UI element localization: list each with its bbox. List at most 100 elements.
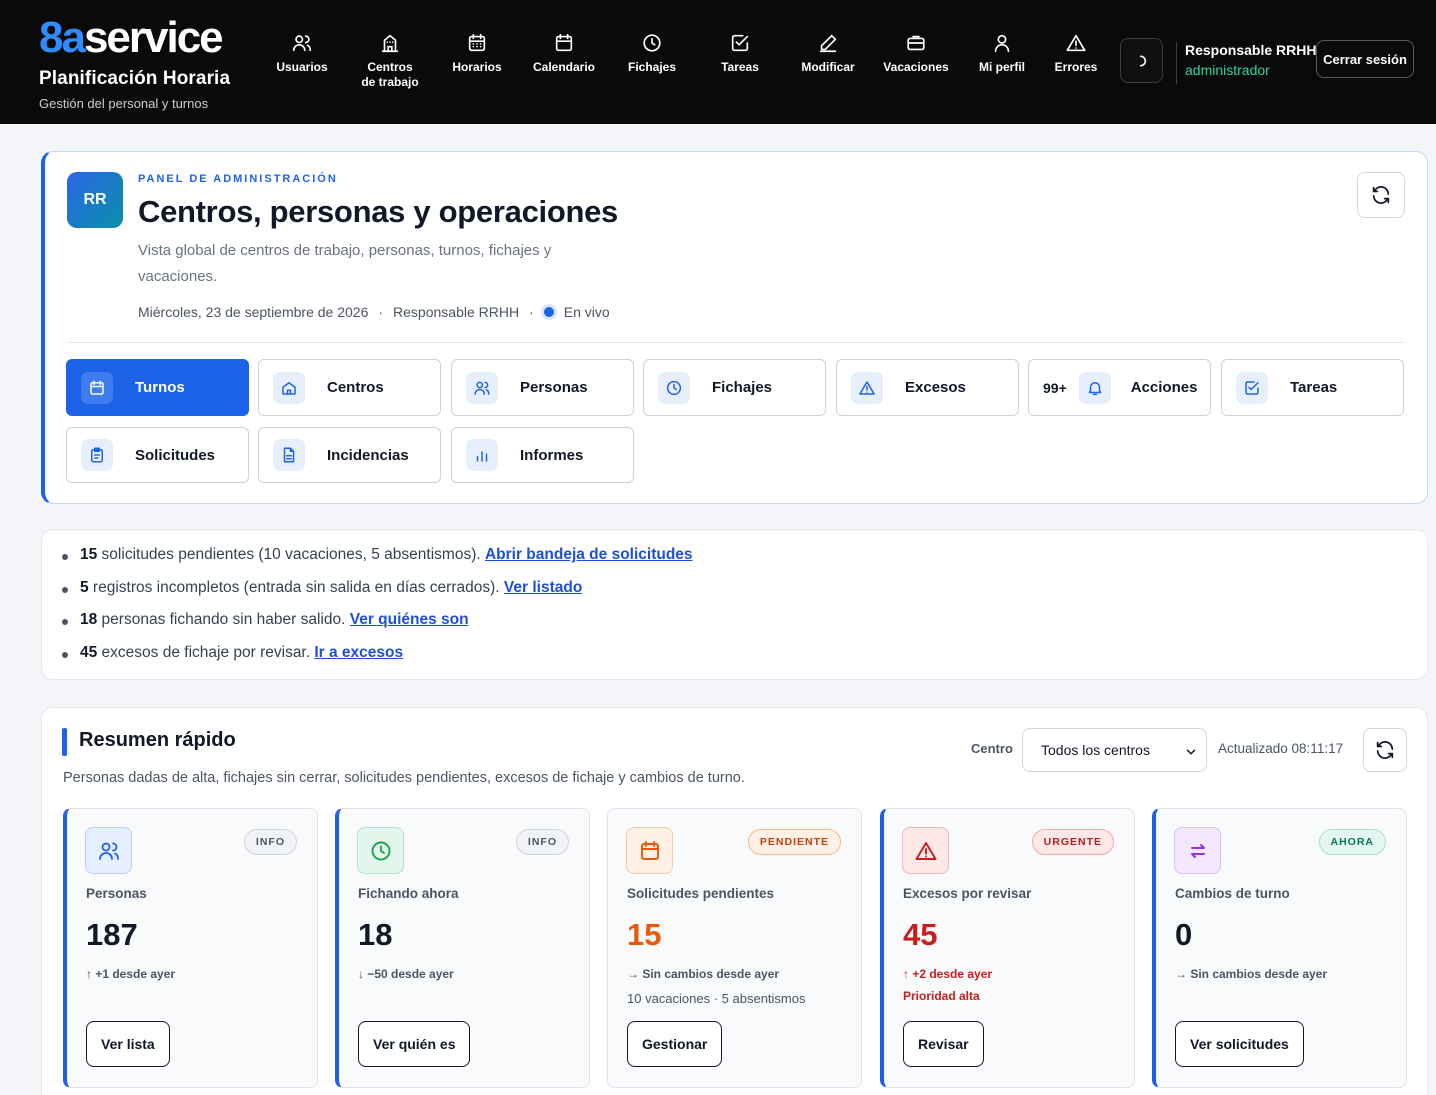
view-who-button[interactable]: Ver quién es: [358, 1021, 471, 1067]
calendar-icon: [555, 33, 573, 52]
section-accent-bar: [62, 728, 67, 756]
tile-informes[interactable]: Informes: [451, 427, 634, 483]
view-list-link[interactable]: Ver listado: [504, 579, 582, 596]
nav-mi-perfil[interactable]: Mi perfil: [960, 32, 1044, 75]
stat-card-solicitudes-pendientes: PENDIENTE Solicitudes pendientes 15 → Si…: [607, 808, 862, 1088]
alert-count: 45: [80, 643, 98, 661]
tile-label: Informes: [520, 446, 584, 464]
summary-description: Personas dadas de alta, fichajes sin cer…: [63, 770, 745, 786]
nav-centros-de-trabajo[interactable]: Centros de trabajo: [348, 32, 432, 90]
alert-item: 45 excesos de fichaje por revisar. Ir a …: [62, 643, 1427, 677]
users-icon: [85, 827, 132, 874]
nav-modificar[interactable]: Modificar: [786, 32, 870, 75]
alert-text: personas fichando sin haber salido.: [97, 611, 350, 628]
summary-refresh-button[interactable]: [1363, 728, 1407, 772]
clipboard-icon: [81, 439, 113, 471]
nav-usuarios[interactable]: Usuarios: [260, 32, 344, 75]
refresh-icon: [1376, 741, 1394, 759]
brand[interactable]: 8aservice Planificación Horaria Gestión …: [39, 13, 230, 112]
tile-label: Fichajes: [712, 379, 773, 396]
admin-panel: RR PANEL DE ADMINISTRACIÓN Centros, pers…: [41, 151, 1428, 504]
card-value: 15: [627, 917, 662, 952]
user-info: Responsable RRHH administrador: [1176, 42, 1316, 84]
view-who-link[interactable]: Ver quiénes son: [350, 611, 469, 628]
document-icon: [273, 439, 305, 471]
alerts-list: 15 solicitudes pendientes (10 vacaciones…: [41, 529, 1428, 680]
centro-select[interactable]: Todos los centros: [1022, 728, 1207, 772]
tile-fichajes[interactable]: Fichajes: [643, 359, 826, 416]
user-name: Responsable RRHH: [1185, 42, 1317, 58]
alert-count: 18: [80, 611, 98, 628]
nav-errores[interactable]: Errores: [1034, 32, 1118, 75]
tile-excesos[interactable]: Excesos: [836, 359, 1019, 416]
stat-card-personas: INFO Personas 187 ↑ +1 desde ayer Ver li…: [63, 808, 318, 1088]
logout-button[interactable]: Cerrar sesión: [1316, 40, 1414, 78]
alert-item: 5 registros incompletos (entrada sin sal…: [62, 578, 1427, 612]
card-value: 187: [86, 917, 138, 952]
alert-count: 5: [80, 578, 89, 596]
panel-refresh-button[interactable]: [1357, 172, 1405, 218]
status-badge: PENDIENTE: [747, 829, 841, 855]
tile-centros[interactable]: Centros: [258, 359, 441, 416]
summary-title: Resumen rápido: [79, 729, 236, 751]
tile-label: Acciones: [1130, 379, 1198, 396]
tile-label: Centros: [327, 379, 384, 396]
tile-personas[interactable]: Personas: [451, 359, 634, 416]
tile-solicitudes[interactable]: Solicitudes: [66, 427, 249, 483]
updated-timestamp: Actualizado 08:11:17: [1218, 741, 1344, 756]
manage-button[interactable]: Gestionar: [627, 1021, 723, 1067]
open-requests-link[interactable]: Abrir bandeja de solicitudes: [485, 546, 693, 563]
responsible-label: Responsable RRHH: [393, 304, 520, 320]
tile-label: Solicitudes: [135, 446, 216, 464]
user-icon: [994, 34, 1010, 53]
card-label: Personas: [86, 886, 147, 901]
home-icon: [273, 371, 305, 404]
clock-icon: [357, 827, 404, 874]
card-trend: → Sin cambios desde ayer: [627, 967, 780, 981]
calendar-grid-icon: [468, 33, 486, 52]
pencil-icon: [819, 34, 837, 53]
refresh-icon: [1372, 186, 1390, 204]
tile-label: Incidencias: [327, 446, 409, 464]
panel-eyebrow: PANEL DE ADMINISTRACIÓN: [138, 173, 338, 185]
card-label: Solicitudes pendientes: [627, 886, 775, 901]
card-value: 45: [903, 917, 938, 952]
alert-text: solicitudes pendientes (10 vacaciones, 5…: [97, 546, 485, 563]
card-value: 18: [358, 917, 393, 952]
card-label: Cambios de turno: [1175, 886, 1290, 901]
view-list-button[interactable]: Ver lista: [86, 1021, 170, 1067]
moon-icon: [1139, 55, 1146, 66]
quick-summary: Resumen rápido Personas dadas de alta, f…: [41, 707, 1428, 1095]
users-icon: [292, 35, 312, 52]
view-requests-button[interactable]: Ver solicitudes: [1175, 1021, 1304, 1067]
stat-card-excesos-por-revisar: URGENTE Excesos por revisar 45 ↑ +2 desd…: [880, 808, 1135, 1088]
tile-incidencias[interactable]: Incidencias: [258, 427, 441, 483]
theme-toggle-button[interactable]: [1120, 38, 1163, 83]
tile-turnos[interactable]: Turnos: [66, 359, 249, 416]
tile-label: Excesos: [905, 379, 966, 396]
review-button[interactable]: Revisar: [903, 1021, 984, 1067]
panel-meta: Miércoles, 23 de septiembre de 2026 · Re…: [138, 304, 610, 320]
page-title: Centros, personas y operaciones: [138, 194, 618, 229]
nav-label: Tareas: [721, 60, 759, 74]
brand-logo: 8aservice: [39, 13, 224, 62]
tile-tareas[interactable]: Tareas: [1221, 359, 1404, 416]
nav-tareas[interactable]: Tareas: [698, 32, 782, 75]
nav-horarios[interactable]: Horarios: [435, 32, 519, 75]
nav-vacaciones[interactable]: Vacaciones: [874, 32, 958, 75]
centro-label: Centro: [971, 741, 1013, 756]
nav-label: Fichajes: [627, 60, 677, 74]
nav-fichajes[interactable]: Fichajes: [610, 32, 694, 75]
check-square-icon: [731, 34, 749, 52]
nav-label: Calendario: [532, 60, 595, 74]
clock-icon: [658, 371, 690, 404]
alert-item: 15 solicitudes pendientes (10 vacaciones…: [62, 546, 1427, 579]
brand-subtitle: Gestión del personal y turnos: [39, 96, 209, 111]
tile-acciones[interactable]: 99+ Acciones: [1028, 359, 1211, 416]
card-trend: → Sin cambios desde ayer: [1175, 967, 1328, 981]
live-dot-icon: [543, 307, 554, 317]
tile-label: Turnos: [135, 379, 185, 396]
tile-label: Tareas: [1290, 379, 1338, 396]
go-excesses-link[interactable]: Ir a excesos: [314, 644, 403, 661]
nav-calendario[interactable]: Calendario: [522, 32, 606, 75]
